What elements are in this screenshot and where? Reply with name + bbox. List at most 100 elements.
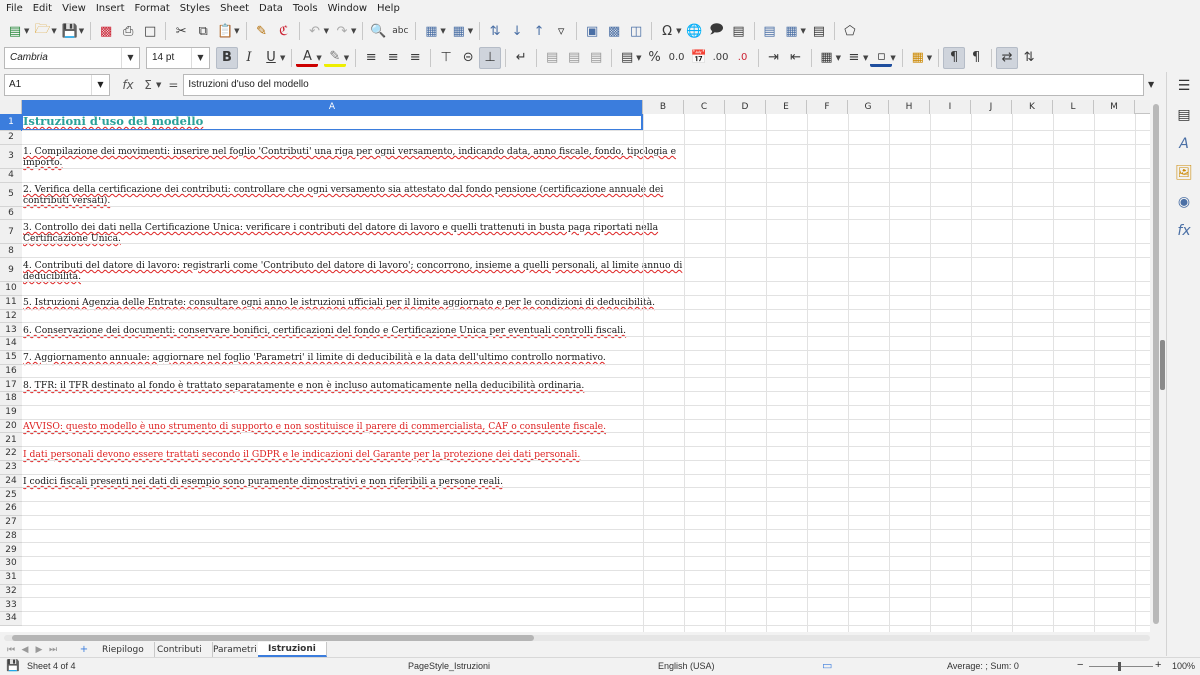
chevron-down-icon[interactable]: ▼ bbox=[121, 47, 139, 68]
row-header[interactable]: 18 bbox=[0, 392, 22, 406]
row-header[interactable]: 32 bbox=[0, 584, 22, 599]
row-header[interactable]: 20 bbox=[0, 419, 22, 434]
tab-istruzioni[interactable]: Istruzioni bbox=[258, 642, 327, 657]
row-header[interactable]: 34 bbox=[0, 612, 22, 626]
menu-file[interactable]: File bbox=[6, 3, 23, 14]
cell-a13[interactable]: 6. Conservazione dei documenti: conserva… bbox=[23, 325, 626, 337]
border-color-icon[interactable]: ▫ bbox=[870, 49, 893, 67]
spreadsheet-grid[interactable]: A B C D E F G H I J K L M 1 2 3 4 5 6 7 8 9 10 11 1… bbox=[0, 100, 1150, 632]
vertical-scroll-thumb[interactable] bbox=[1153, 104, 1159, 624]
first-sheet-icon[interactable]: ⏮ bbox=[4, 643, 18, 657]
previous-sheet-icon[interactable]: ◀ bbox=[18, 643, 32, 657]
align-center-icon[interactable]: ≡ bbox=[382, 47, 404, 69]
copy-icon[interactable]: ⧉ bbox=[192, 20, 214, 42]
select-all-corner[interactable] bbox=[0, 100, 22, 114]
gallery-icon[interactable]: 🖼 bbox=[1174, 163, 1194, 183]
highlight-color-icon[interactable]: ✎ bbox=[323, 49, 346, 67]
row-header[interactable]: 33 bbox=[0, 598, 22, 612]
sort-descending-icon[interactable]: ↑ bbox=[528, 20, 550, 42]
borders-icon[interactable]: ▦ bbox=[816, 47, 838, 69]
wrap-text-icon[interactable]: ↵ bbox=[510, 47, 532, 69]
cut-icon[interactable]: ✂ bbox=[170, 20, 192, 42]
column-header[interactable]: A bbox=[22, 100, 643, 114]
hamburger-menu-icon[interactable]: ☰ bbox=[1174, 76, 1194, 96]
font-color-icon[interactable]: A bbox=[296, 49, 319, 67]
column-header[interactable]: B bbox=[643, 100, 684, 114]
undo-icon[interactable]: ↶ bbox=[304, 20, 326, 42]
zoom-slider[interactable] bbox=[1089, 666, 1153, 667]
menu-edit[interactable]: Edit bbox=[33, 3, 52, 14]
cell-a20[interactable]: AVVISO: questo modello è uno strumento d… bbox=[23, 421, 606, 433]
clone-formatting-icon[interactable]: ✎ bbox=[251, 20, 273, 42]
sidebar-splitter-handle[interactable] bbox=[1160, 340, 1165, 390]
row-header[interactable]: 9 bbox=[0, 258, 22, 282]
row-header[interactable]: 1 bbox=[0, 114, 22, 131]
properties-icon[interactable]: ▤ bbox=[1174, 105, 1194, 125]
next-sheet-icon[interactable]: ▶ bbox=[32, 643, 46, 657]
sort-ascending-icon[interactable]: ↓ bbox=[506, 20, 528, 42]
tab-riepilogo[interactable]: Riepilogo bbox=[92, 642, 155, 657]
cell-area[interactable]: Istruzioni d'uso del modello 1. Compilaz… bbox=[21, 114, 1150, 632]
add-sheet-icon[interactable]: + bbox=[76, 642, 92, 656]
unmerge-cells-icon[interactable]: ▤ bbox=[585, 47, 607, 69]
cell-a7-line1[interactable]: 3. Controllo dei dati nella Certificazio… bbox=[23, 222, 658, 234]
zoom-in-icon[interactable]: + bbox=[1155, 659, 1161, 671]
functions-icon[interactable]: fx bbox=[1174, 221, 1194, 241]
zoom-level[interactable]: 100% bbox=[1172, 661, 1195, 671]
row-header[interactable]: 25 bbox=[0, 488, 22, 502]
row-header[interactable]: 31 bbox=[0, 570, 22, 585]
align-bottom-icon[interactable]: ⊥ bbox=[479, 46, 502, 69]
selection-summary[interactable]: Average: ; Sum: 0 bbox=[947, 661, 1019, 671]
border-style-icon[interactable]: ≡ bbox=[843, 47, 865, 69]
cell-a3-line1[interactable]: 1. Compilazione dei movimenti: inserire … bbox=[23, 146, 676, 158]
align-top-icon[interactable]: ⊤ bbox=[435, 47, 457, 69]
header-footer-icon[interactable]: ▤ bbox=[728, 20, 750, 42]
cell-a24[interactable]: I codici fiscali presenti nei dati di es… bbox=[23, 476, 503, 488]
align-middle-icon[interactable]: ⊝ bbox=[457, 47, 479, 69]
menu-styles[interactable]: Styles bbox=[180, 3, 210, 14]
menu-view[interactable]: View bbox=[62, 3, 86, 14]
clear-formatting-icon[interactable]: ℭ bbox=[273, 20, 295, 42]
row-header[interactable]: 30 bbox=[0, 557, 22, 571]
autofilter-icon[interactable]: ▿ bbox=[550, 20, 572, 42]
row-header[interactable]: 5 bbox=[0, 182, 22, 207]
chevron-down-icon[interactable]: ▼ bbox=[91, 74, 109, 95]
merge-cells-icon[interactable]: ▤ bbox=[563, 47, 585, 69]
language[interactable]: English (USA) bbox=[658, 661, 715, 671]
name-box[interactable]: A1 ▼ bbox=[4, 73, 110, 96]
special-character-icon[interactable]: Ω bbox=[656, 20, 678, 42]
row-header[interactable]: 15 bbox=[0, 350, 22, 365]
row-header[interactable]: 2 bbox=[0, 131, 22, 145]
cell-a5-line1[interactable]: 2. Verifica della certificazione dei con… bbox=[23, 184, 663, 196]
text-horizontal-icon[interactable]: ⇄ bbox=[996, 46, 1019, 69]
insert-chart-icon[interactable]: ▩ bbox=[603, 20, 625, 42]
column-icon[interactable]: ▦ bbox=[448, 20, 470, 42]
column-header[interactable]: K bbox=[1012, 100, 1053, 114]
date-format-icon[interactable]: 📅 bbox=[688, 47, 710, 69]
row-header[interactable]: 28 bbox=[0, 529, 22, 544]
row-header[interactable]: 17 bbox=[0, 378, 22, 392]
menu-sheet[interactable]: Sheet bbox=[220, 3, 249, 14]
row-header[interactable]: 26 bbox=[0, 502, 22, 516]
horizontal-scroll-thumb[interactable] bbox=[12, 635, 534, 641]
sort-icon[interactable]: ⇅ bbox=[484, 20, 506, 42]
last-sheet-icon[interactable]: ⏭ bbox=[46, 643, 60, 657]
row-header[interactable]: 19 bbox=[0, 405, 22, 420]
cell-a11[interactable]: 5. Istruzioni Agenzia delle Entrate: con… bbox=[23, 297, 655, 309]
font-name-combo[interactable]: Cambria ▼ bbox=[4, 46, 140, 69]
hyperlink-icon[interactable]: 🌐 bbox=[684, 20, 706, 42]
horizontal-scrollbar[interactable] bbox=[4, 635, 1150, 641]
menu-data[interactable]: Data bbox=[259, 3, 283, 14]
row-icon[interactable]: ▦ bbox=[420, 20, 442, 42]
paste-icon[interactable]: 📋 bbox=[214, 20, 236, 42]
align-left-icon[interactable]: ≡ bbox=[360, 47, 382, 69]
page-style[interactable]: PageStyle_Istruzioni bbox=[408, 661, 490, 671]
menu-tools[interactable]: Tools bbox=[293, 3, 318, 14]
cell-reference[interactable]: A1 bbox=[9, 79, 91, 90]
styles-icon[interactable]: A bbox=[1174, 134, 1194, 154]
font-size-value[interactable]: 14 pt bbox=[152, 52, 191, 63]
row-header[interactable]: 8 bbox=[0, 244, 22, 258]
row-header[interactable]: 14 bbox=[0, 337, 22, 351]
column-header[interactable]: L bbox=[1053, 100, 1094, 114]
selection-mode-icon[interactable]: ▭ bbox=[822, 659, 832, 672]
